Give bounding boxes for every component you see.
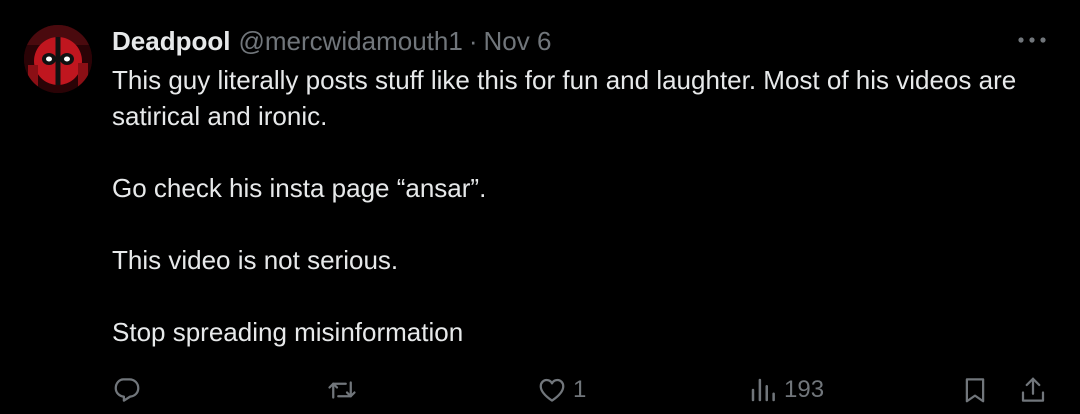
tweet-text: This guy literally posts stuff like this…: [112, 62, 1062, 350]
like-button[interactable]: 1: [537, 370, 586, 410]
retweet-icon: [326, 375, 358, 405]
display-name[interactable]: Deadpool: [112, 24, 230, 58]
heart-icon: [537, 375, 567, 405]
avatar[interactable]: [24, 25, 92, 93]
share-icon: [1018, 375, 1048, 405]
bookmark-button[interactable]: [960, 370, 990, 410]
deadpool-avatar-icon: [24, 25, 92, 93]
views-button[interactable]: 193: [748, 370, 824, 410]
tweet-header: Deadpool @mercwidamouth1 · Nov 6: [112, 24, 551, 58]
views-count: 193: [784, 376, 825, 403]
tweet-date[interactable]: Nov 6: [484, 24, 552, 58]
more-options-icon: [1018, 37, 1046, 43]
retweet-button[interactable]: [326, 370, 358, 410]
tweet-paragraph: This video is not serious.: [112, 245, 399, 275]
tweet-actions: 1 193: [0, 370, 1080, 410]
header-separator: ·: [468, 26, 478, 56]
tweet-paragraph: Go check his insta page “ansar”.: [112, 173, 487, 203]
more-options-button[interactable]: [1014, 28, 1050, 52]
user-handle[interactable]: @mercwidamouth1: [238, 24, 462, 58]
tweet-paragraph: This guy literally posts stuff like this…: [112, 65, 1017, 131]
views-icon: [748, 375, 778, 405]
share-button[interactable]: [1018, 370, 1048, 410]
like-count: 1: [573, 376, 587, 403]
bookmark-icon: [960, 375, 990, 405]
reply-icon: [112, 375, 142, 405]
tweet[interactable]: Deadpool @mercwidamouth1 · Nov 6 This gu…: [0, 0, 1080, 414]
tweet-paragraph: Stop spreading misinformation: [112, 317, 464, 347]
reply-button[interactable]: [112, 370, 142, 410]
